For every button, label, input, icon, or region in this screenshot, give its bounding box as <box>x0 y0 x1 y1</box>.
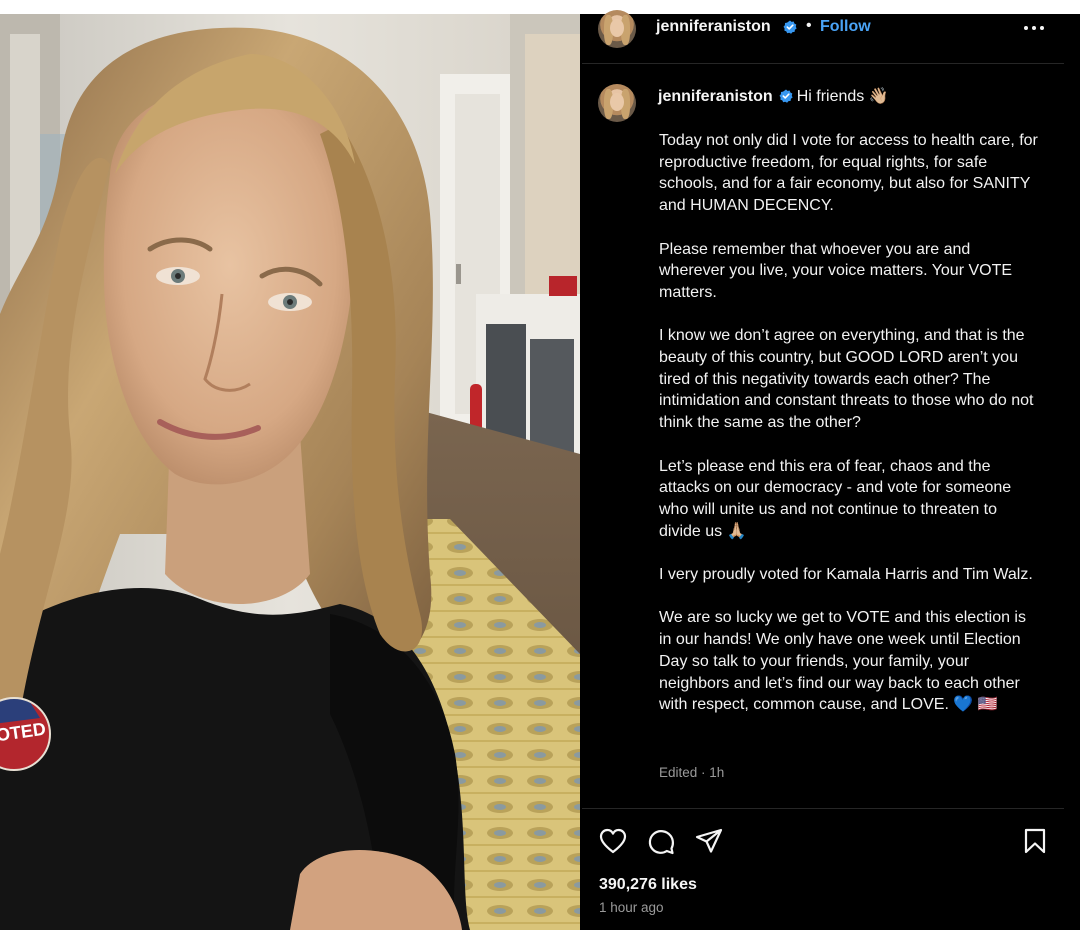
edited-timestamp: Edited · 1h <box>659 765 725 780</box>
caption-header: jenniferaniston Hi friends 👋🏼 <box>658 86 889 106</box>
bookmark-icon[interactable] <box>1020 826 1050 856</box>
author-avatar[interactable] <box>598 10 636 48</box>
selfie-image <box>0 14 580 930</box>
post-time[interactable]: 1 hour ago <box>599 900 664 915</box>
follow-button[interactable]: Follow <box>820 18 871 36</box>
post-photo[interactable]: OTED <box>0 14 580 930</box>
caption-paragraph: I know we don’t agree on everything, and… <box>659 327 1034 432</box>
share-icon[interactable] <box>694 826 724 856</box>
actions-divider <box>582 808 1064 809</box>
caption-avatar[interactable] <box>598 84 636 122</box>
caption-username[interactable]: jenniferaniston <box>658 88 773 105</box>
post-side-panel: jenniferaniston • Follow jenniferaniston… <box>582 10 1080 930</box>
post-header: jenniferaniston • Follow <box>582 10 1064 64</box>
like-count[interactable]: 390,276 likes <box>599 876 697 894</box>
verified-badge-icon <box>779 89 793 103</box>
action-bar <box>582 822 1064 858</box>
verified-badge-icon <box>783 20 797 34</box>
caption-paragraph: Please remember that whoever you are and… <box>659 240 1013 301</box>
author-username[interactable]: jenniferaniston <box>656 18 771 36</box>
caption-paragraph: Let’s please end this era of fear, chaos… <box>659 457 1012 540</box>
more-options-icon[interactable] <box>1022 14 1048 36</box>
caption-paragraph: We are so lucky we get to VOTE and this … <box>659 609 1026 714</box>
caption-greeting: Hi friends 👋🏼 <box>796 88 889 105</box>
caption-paragraph: I very proudly voted for Kamala Harris a… <box>659 566 1033 583</box>
separator-dot: • <box>806 17 812 34</box>
heart-icon[interactable] <box>598 826 628 856</box>
caption-text: Today not only did I vote for access to … <box>659 130 1039 738</box>
instagram-post-frame: OTED jenniferaniston • Follow jenniferan… <box>0 10 1080 930</box>
comment-icon[interactable] <box>646 826 676 856</box>
caption-paragraph: Today not only did I vote for access to … <box>659 132 1038 215</box>
